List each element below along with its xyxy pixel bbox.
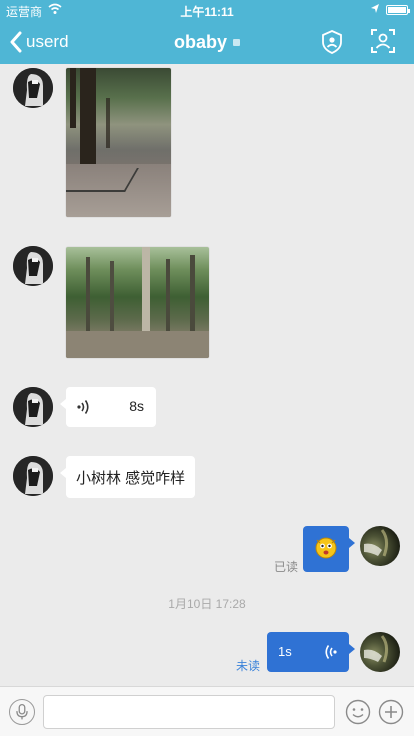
contact-avatar[interactable]	[13, 456, 53, 496]
text-message-incoming[interactable]: 小树林 感觉咋样	[59, 456, 196, 498]
read-status: 已读	[273, 560, 298, 574]
avatar-image	[13, 246, 53, 286]
contact-avatar[interactable]	[13, 387, 53, 427]
unread-status: 未读	[235, 659, 260, 673]
contact-avatar[interactable]	[13, 246, 53, 286]
status-time: 上午11:11	[180, 5, 234, 19]
input-bar	[0, 686, 414, 736]
message-input[interactable]	[43, 695, 335, 729]
voice-duration: 8s	[129, 398, 144, 414]
voice-wave-icon	[325, 645, 337, 659]
plus-icon[interactable]	[378, 699, 404, 725]
contact-profile-icon[interactable]	[370, 28, 396, 54]
battery-icon	[386, 5, 410, 15]
message-timestamp: 1月10日 17:28	[168, 597, 246, 611]
emoji-message-outgoing[interactable]	[303, 526, 355, 572]
shield-icon[interactable]	[320, 29, 344, 55]
voice-message-incoming[interactable]: 8s	[60, 387, 156, 427]
voice-wave-icon	[77, 400, 89, 414]
avatar-image	[364, 529, 389, 557]
status-bar: 运营商 上午11:11	[0, 0, 414, 20]
microphone-icon[interactable]	[9, 699, 35, 725]
voice-duration: 1s	[278, 644, 292, 659]
nav-bar: userd obaby	[0, 20, 414, 64]
emoji-picker-icon[interactable]	[345, 699, 371, 725]
user-avatar[interactable]	[360, 526, 400, 566]
chat-title: obaby	[0, 32, 414, 53]
avatar-image	[13, 456, 53, 496]
avatar-image	[13, 387, 53, 427]
image-message[interactable]	[66, 68, 171, 217]
emoji-face-icon	[315, 537, 337, 559]
online-status-icon	[233, 39, 240, 46]
avatar-image	[13, 68, 53, 108]
voice-message-outgoing[interactable]: 1s	[267, 632, 355, 672]
user-avatar[interactable]	[360, 632, 400, 672]
image-message[interactable]	[66, 247, 209, 358]
avatar-image	[364, 635, 389, 663]
contact-name: obaby	[173, 32, 227, 52]
contact-avatar[interactable]	[13, 68, 53, 108]
location-arrow-icon	[371, 4, 379, 13]
chat-area[interactable]: 8s 小树林 感觉咋样 已读 1月10日 17:28 未读 1s	[0, 64, 414, 686]
